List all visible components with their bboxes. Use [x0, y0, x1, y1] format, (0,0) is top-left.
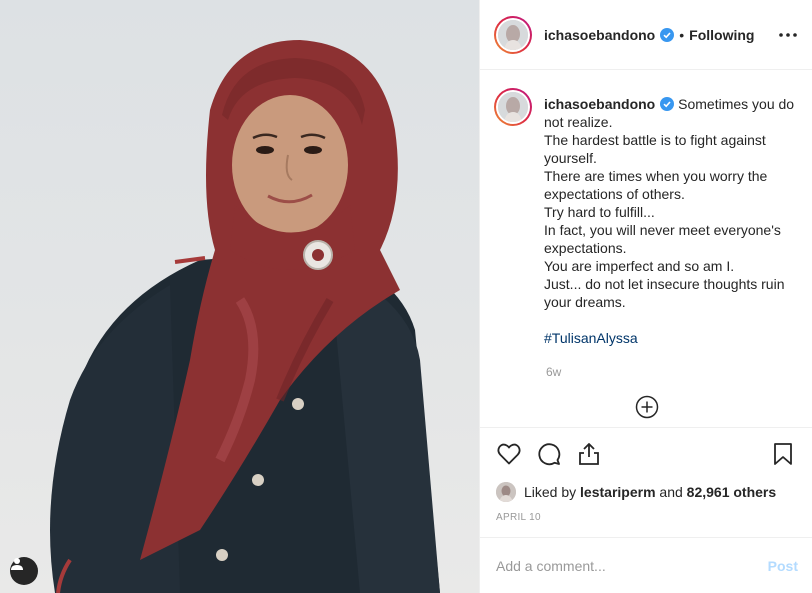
comments-area: ichasoebandono Sometimes you do not real… — [480, 70, 812, 427]
caption-row: ichasoebandono Sometimes you do not real… — [494, 88, 796, 347]
post-comment-button[interactable]: Post — [768, 558, 798, 574]
liker-avatar[interactable] — [496, 482, 516, 502]
likes-count-link[interactable]: 82,961 others — [687, 484, 777, 500]
action-icons — [496, 428, 796, 480]
instagram-post: ichasoebandono • Following ichasoebandon… — [0, 0, 812, 593]
add-comment-bar: Post — [480, 537, 812, 593]
heart-icon[interactable] — [496, 441, 522, 467]
username-link[interactable]: ichasoebandono — [544, 27, 655, 43]
caption-username[interactable]: ichasoebandono — [544, 96, 655, 112]
caption: ichasoebandono Sometimes you do not real… — [544, 95, 796, 347]
share-icon[interactable] — [576, 441, 602, 467]
liked-and: and — [659, 484, 683, 500]
hashtag-link[interactable]: #TulisanAlyssa — [544, 330, 638, 346]
liker-username[interactable]: lestariperm — [580, 484, 655, 500]
liked-by-prefix: Liked by — [524, 484, 577, 500]
post-date: APRIL 10 — [496, 512, 541, 523]
user-tag-icon[interactable] — [10, 557, 38, 585]
verified-badge-icon — [660, 27, 675, 42]
verified-badge-icon — [660, 97, 675, 111]
post-age: 6w — [546, 365, 562, 379]
portrait-image — [50, 40, 440, 593]
post-header: ichasoebandono • Following — [480, 0, 812, 70]
plus-circle-icon[interactable] — [635, 395, 659, 419]
following-button[interactable]: Following — [689, 27, 754, 43]
comment-bubble-icon[interactable] — [536, 441, 562, 467]
likes-summary: Liked by lestariperm and 82,961 others — [496, 480, 796, 504]
post-side-panel: ichasoebandono • Following ichasoebandon… — [479, 0, 812, 593]
separator-dot: • — [679, 26, 685, 43]
more-options-icon[interactable] — [776, 23, 800, 47]
bookmark-icon[interactable] — [770, 441, 796, 467]
post-actions: Liked by lestariperm and 82,961 others A… — [480, 427, 812, 537]
caption-avatar[interactable] — [494, 88, 532, 126]
comment-input[interactable] — [496, 557, 768, 574]
avatar[interactable] — [494, 15, 532, 54]
caption-text: Sometimes you do not realize. The hardes… — [544, 96, 795, 310]
post-photo[interactable] — [0, 0, 479, 593]
